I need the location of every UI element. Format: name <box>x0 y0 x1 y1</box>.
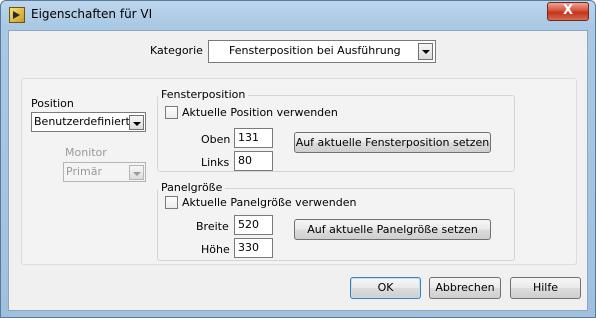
left-input[interactable]: 80 <box>234 151 273 171</box>
left-label: Links <box>201 156 230 169</box>
help-button[interactable]: Hilfe <box>510 277 581 299</box>
title-bar[interactable]: Eigenschaften für VI X <box>1 1 595 29</box>
chevron-down-icon[interactable] <box>129 115 144 130</box>
set-panel-size-button[interactable]: Auf aktuelle Panelgröße setzen <box>294 219 491 240</box>
monitor-label: Monitor <box>65 146 107 159</box>
use-current-position-label: Aktuelle Position verwenden <box>182 106 338 119</box>
ok-button[interactable]: OK <box>350 277 421 299</box>
labview-vi-icon <box>9 7 25 23</box>
window-position-title: Fensterposition <box>158 88 249 101</box>
checkbox-icon[interactable] <box>165 106 178 119</box>
category-label: Kategorie <box>150 44 203 57</box>
dialog-window: Eigenschaften für VI X Kategorie Fenster… <box>0 0 596 318</box>
width-input[interactable]: 520 <box>234 215 273 235</box>
height-input[interactable]: 330 <box>234 238 273 258</box>
monitor-value: Primär <box>66 165 102 178</box>
category-value: Fensterposition bei Ausführung <box>229 44 401 57</box>
chevron-down-icon <box>129 165 144 180</box>
position-select[interactable]: Benutzerdefiniert <box>31 112 146 132</box>
close-button[interactable]: X <box>547 2 589 21</box>
chevron-down-icon[interactable] <box>418 43 433 60</box>
settings-panel: Position Benutzerdefiniert Monitor Primä… <box>21 78 577 265</box>
top-input[interactable]: 131 <box>234 128 273 148</box>
width-label: Breite <box>196 220 229 233</box>
use-current-panel-size-label: Aktuelle Panelgröße verwenden <box>182 196 357 209</box>
window-title: Eigenschaften für VI <box>31 7 153 21</box>
category-select[interactable]: Fensterposition bei Ausführung <box>208 40 436 63</box>
height-label: Höhe <box>201 243 230 256</box>
dialog-body: Kategorie Fensterposition bei Ausführung… <box>8 30 588 311</box>
panel-size-group: Panelgröße Aktuelle Panelgröße verwenden… <box>157 181 515 261</box>
cancel-button[interactable]: Abbrechen <box>429 277 501 299</box>
position-value: Benutzerdefiniert <box>34 115 130 128</box>
use-current-position-checkbox[interactable]: Aktuelle Position verwenden <box>165 106 338 119</box>
window-position-group: Fensterposition Aktuelle Position verwen… <box>157 88 515 172</box>
monitor-select: Primär <box>63 162 146 182</box>
checkbox-icon[interactable] <box>165 196 178 209</box>
top-label: Oben <box>201 133 231 146</box>
set-window-position-button[interactable]: Auf aktuelle Fensterposition setzen <box>294 132 491 153</box>
use-current-panel-size-checkbox[interactable]: Aktuelle Panelgröße verwenden <box>165 196 356 209</box>
panel-size-title: Panelgröße <box>158 181 226 194</box>
position-label: Position <box>31 97 74 110</box>
